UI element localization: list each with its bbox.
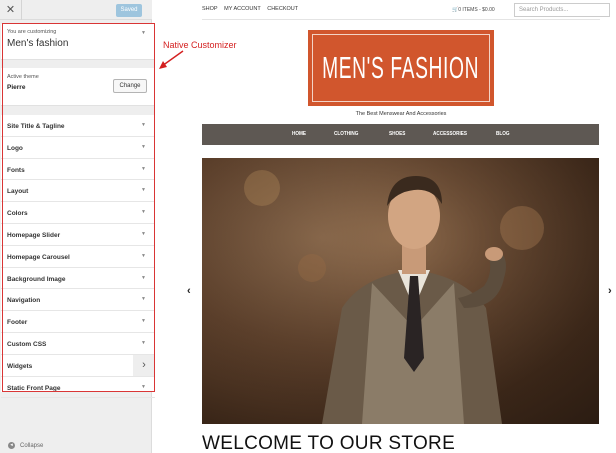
section-custom-css[interactable]: Custom CSS ▼	[1, 333, 155, 355]
customizer-panel: You are customizing Men's fashion ▼ Acti…	[1, 24, 155, 399]
close-icon[interactable]: ✕	[0, 0, 22, 20]
site-tagline: The Best Menswear And Accessories	[355, 111, 447, 117]
section-homepage-carousel[interactable]: Homepage Carousel ▼	[1, 246, 155, 268]
section-static-front-page[interactable]: Static Front Page ▼	[1, 377, 155, 399]
section-navigation[interactable]: Navigation ▼	[1, 289, 155, 312]
caret-down-icon: ▼	[141, 383, 146, 390]
section-layout[interactable]: Layout ▼	[1, 180, 155, 203]
hero-man-illustration	[202, 158, 599, 424]
caret-down-icon: ▼	[141, 339, 146, 346]
nav-blog[interactable]: BLOG	[496, 124, 510, 145]
site-name: Men's fashion	[7, 38, 69, 49]
caret-down-icon: ▼	[141, 143, 146, 150]
change-theme-button[interactable]: Change	[113, 79, 147, 93]
saved-button[interactable]: Saved	[116, 4, 142, 17]
customizing-info: You are customizing Men's fashion ▼	[1, 24, 155, 60]
chevron-right-icon[interactable]: ›	[133, 354, 155, 376]
section-widgets[interactable]: Widgets ›	[1, 354, 155, 377]
section-background-image[interactable]: Background Image ▼	[1, 268, 155, 290]
link-checkout[interactable]: CHECKOUT	[267, 6, 298, 12]
top-links: SHOP MY ACCOUNT CHECKOUT	[202, 6, 303, 12]
caret-down-icon: ▼	[141, 165, 146, 172]
collapse-button[interactable]: ◂ Collapse	[8, 442, 43, 449]
customizer-sidebar: ✕ Saved You are customizing Men's fashio…	[0, 0, 155, 453]
caret-down-icon[interactable]: ▼	[141, 30, 146, 36]
caret-down-icon: ▼	[141, 230, 146, 237]
next-slide-icon[interactable]: ›	[608, 285, 612, 297]
section-colors[interactable]: Colors ▼	[1, 202, 155, 224]
annotation-arrow-icon	[159, 50, 184, 69]
section-footer[interactable]: Footer ▼	[1, 311, 155, 333]
section-logo[interactable]: Logo ▼	[1, 137, 155, 159]
nav-clothing[interactable]: CLOTHING	[334, 124, 358, 145]
search-input[interactable]: Search Products...	[514, 3, 610, 17]
site-logo[interactable]: MEN'S FASHION	[308, 30, 494, 106]
nav-shoes[interactable]: SHOES	[389, 124, 405, 145]
caret-down-icon: ▼	[141, 318, 146, 325]
active-theme: Active theme Pierre Change	[1, 68, 155, 106]
link-my-account[interactable]: MY ACCOUNT	[224, 6, 261, 12]
main-navigation: HOME CLOTHING SHOES ACCESSORIES BLOG	[202, 124, 599, 145]
welcome-heading: WELCOME TO OUR STORE	[202, 433, 456, 453]
section-homepage-slider[interactable]: Homepage Slider ▼	[1, 224, 155, 246]
section-fonts[interactable]: Fonts ▼	[1, 159, 155, 181]
nav-home[interactable]: HOME	[292, 124, 306, 145]
logo-text: MEN'S FASHION	[322, 50, 480, 85]
collapse-label: Collapse	[20, 443, 44, 450]
hero-slider-image	[202, 158, 599, 424]
link-shop[interactable]: SHOP	[202, 6, 218, 12]
cart-summary[interactable]: 🛒0 ITEMS - $0.00	[452, 7, 495, 13]
customizing-label: You are customizing	[7, 29, 57, 35]
collapse-icon: ◂	[8, 442, 15, 449]
caret-down-icon: ▼	[141, 122, 146, 128]
nav-accessories[interactable]: ACCESSORIES	[433, 124, 467, 145]
caret-down-icon: ▼	[141, 187, 146, 194]
customizer-header: ✕ Saved	[0, 0, 152, 20]
caret-down-icon: ▼	[141, 209, 146, 216]
caret-down-icon: ▼	[141, 296, 146, 303]
section-site-title-tagline[interactable]: Site Title & Tagline ▼	[1, 115, 155, 137]
caret-down-icon: ▼	[141, 252, 146, 259]
caret-down-icon: ▼	[141, 274, 146, 281]
divider	[202, 19, 600, 20]
customizer-sections: Site Title & Tagline ▼ Logo ▼ Fonts ▼ Layou…	[1, 115, 155, 399]
prev-slide-icon[interactable]: ‹	[187, 285, 191, 297]
